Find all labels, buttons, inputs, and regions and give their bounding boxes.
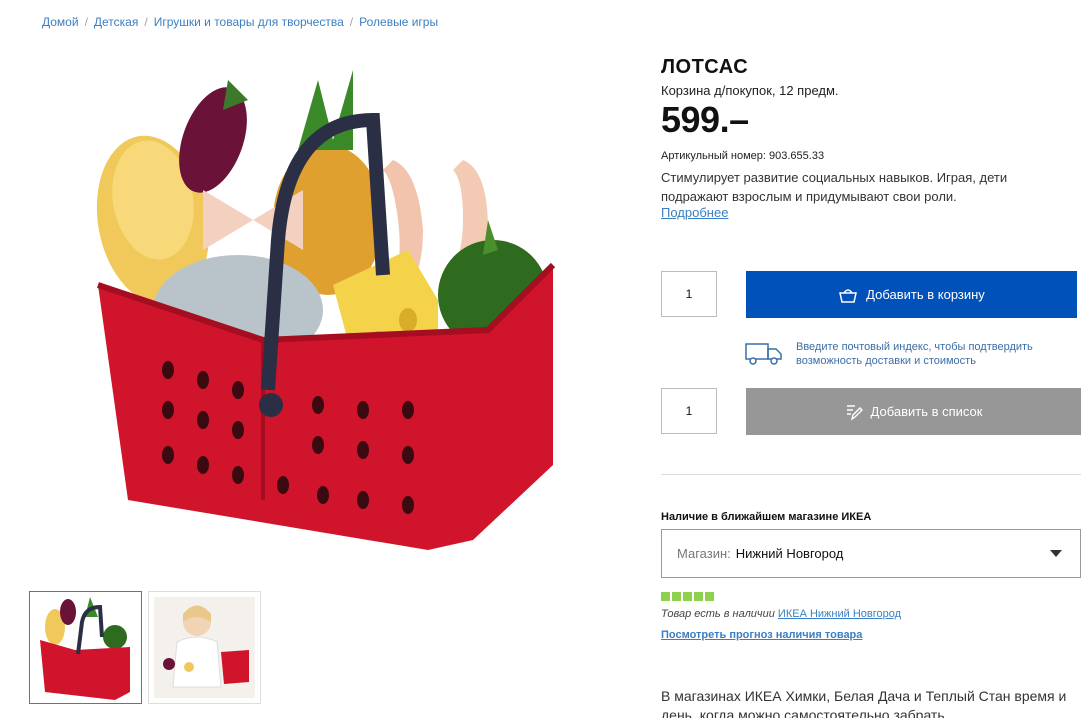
product-title: ЛОТСАС [661, 56, 749, 78]
thumbnail-child-playing[interactable] [148, 591, 261, 704]
more-details-link[interactable]: Подробнее [661, 205, 728, 220]
basket-illustration [96, 70, 556, 550]
stock-level-segment [672, 592, 681, 601]
stock-level-segment [694, 592, 703, 601]
chevron-down-icon [1050, 550, 1062, 557]
cart-quantity-input[interactable]: 1 [661, 271, 717, 317]
availability-heading: Наличие в ближайшем магазине ИКЕА [661, 511, 872, 523]
stock-status: Товар есть в наличии ИКЕА Нижний Новгоро… [661, 608, 901, 620]
add-to-list-label: Добавить в список [870, 404, 983, 419]
thumbnail-basket[interactable] [29, 591, 142, 704]
product-description: Корзина д/покупок, 12 предм. [661, 83, 839, 98]
breadcrumb-role-play[interactable]: Ролевые игры [359, 15, 438, 29]
stock-level-segment [661, 592, 670, 601]
store-select[interactable]: Магазин: Нижний Новгород [661, 529, 1081, 578]
stock-level-segment [683, 592, 692, 601]
thumbnail-basket-image [40, 597, 130, 700]
shopping-bag-icon [839, 288, 858, 303]
product-main-image[interactable] [78, 60, 578, 565]
breadcrumb-separator: / [349, 15, 354, 29]
product-summary: Стимулирует развитие социальных навыков.… [661, 170, 1008, 204]
add-to-list-button[interactable]: Добавить в список [746, 388, 1081, 435]
breadcrumb-home[interactable]: Домой [42, 15, 79, 29]
stock-level-indicator [661, 592, 714, 601]
add-to-cart-button[interactable]: Добавить в корзину [746, 271, 1077, 318]
store-select-label: Магазин: [677, 546, 731, 561]
add-to-cart-label: Добавить в корзину [866, 287, 985, 302]
breadcrumb-separator: / [84, 15, 88, 29]
delivery-postcode-link[interactable]: Введите почтовый индекс, чтобы подтверди… [796, 340, 1076, 368]
section-divider [661, 474, 1081, 475]
store-select-value: Нижний Новгород [735, 546, 844, 561]
product-price: 599.– [661, 99, 749, 140]
edit-list-icon [846, 404, 863, 421]
article-number: Артикульный номер: 903.655.33 [661, 150, 825, 162]
breadcrumb-toys[interactable]: Игрушки и товары для творчества [154, 15, 344, 29]
store-pickup-note: В магазинах ИКЕА Химки, Белая Дача и Теп… [661, 688, 1067, 718]
breadcrumb: Домой / Детская / Игрушки и товары для творч… [42, 15, 438, 29]
availability-forecast-link[interactable]: Посмотреть прогноз наличия товара [661, 629, 862, 641]
stock-store-link[interactable]: ИКЕА Нижний Новгород [778, 608, 901, 620]
thumbnail-child-image [154, 597, 255, 698]
stock-status-text: Товар есть в наличии [661, 608, 775, 620]
delivery-truck-icon [745, 341, 783, 367]
breadcrumb-kids[interactable]: Детская [94, 15, 138, 29]
breadcrumb-separator: / [144, 15, 148, 29]
stock-level-segment [705, 592, 714, 601]
list-quantity-input[interactable]: 1 [661, 388, 717, 434]
